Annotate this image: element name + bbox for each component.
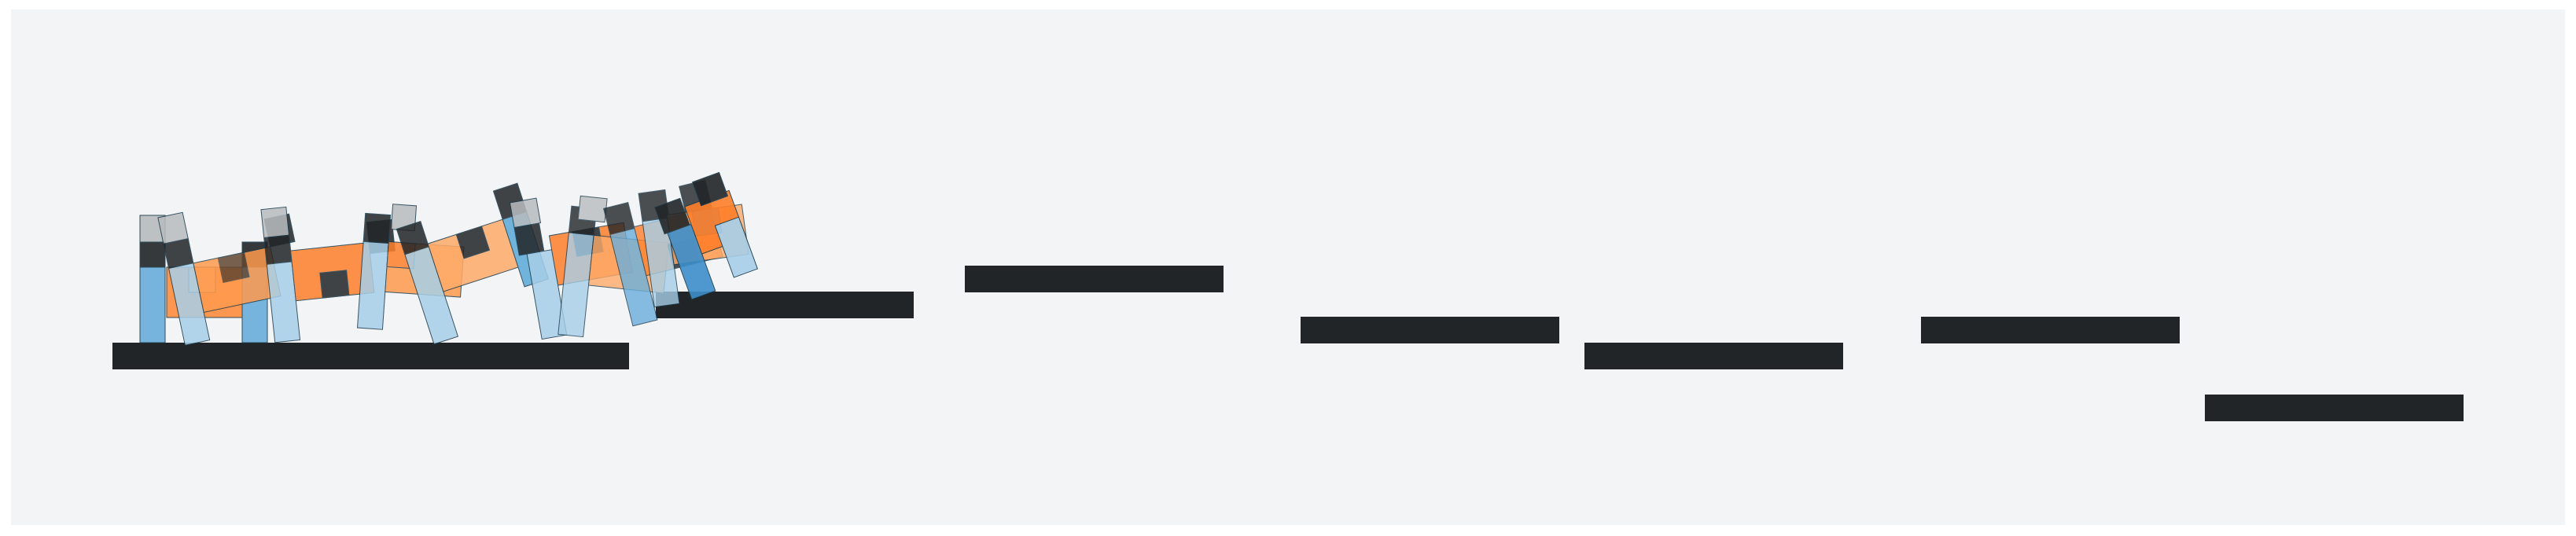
- platform-7: [2205, 395, 2464, 421]
- platform-5: [1584, 343, 1843, 369]
- platform-3: [965, 266, 1224, 292]
- simulation-canvas: [0, 0, 2576, 536]
- platform-4: [1301, 317, 1559, 343]
- platform-start: [112, 343, 629, 369]
- platform-6: [1921, 317, 2180, 343]
